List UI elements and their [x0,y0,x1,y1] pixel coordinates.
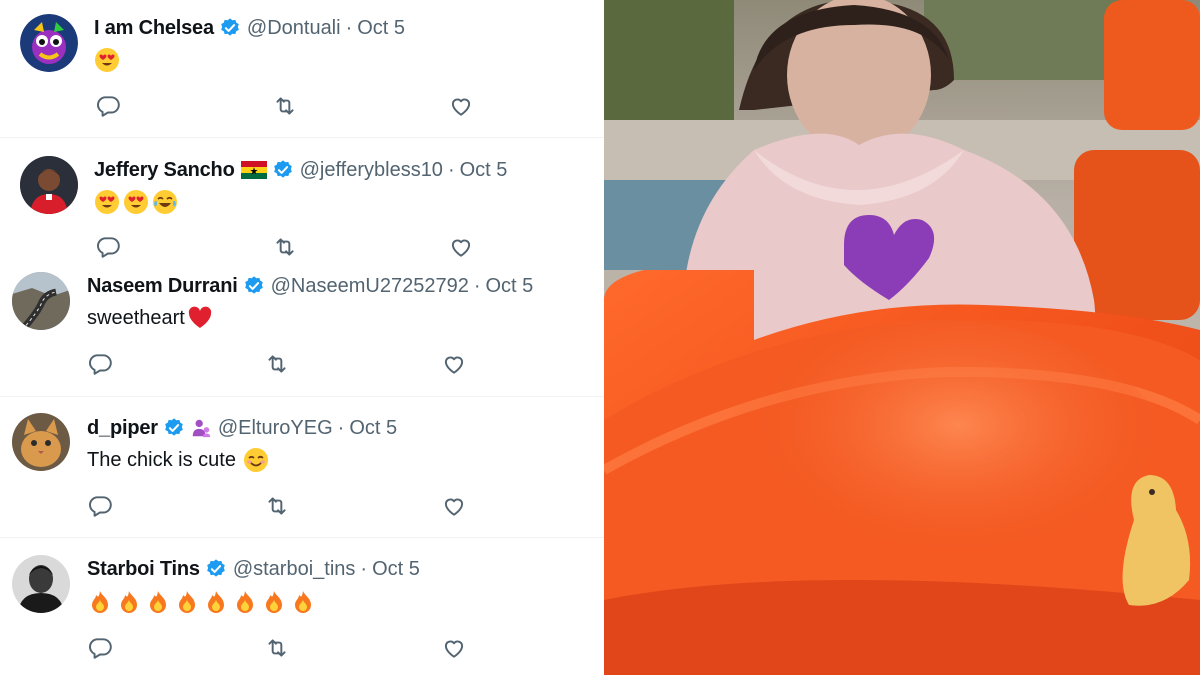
fire-emoji [261,589,287,615]
retweet-icon[interactable] [264,351,290,377]
like-icon[interactable] [441,493,467,519]
reply-item[interactable]: d_piper @ElturoYEG · Oct 5 The chick is … [0,397,604,535]
person-bald-emoji-icon [190,417,212,439]
reply-icon[interactable] [95,234,121,260]
reply-text [87,588,319,616]
portrait-avatar[interactable] [12,555,70,613]
tears-of-joy-emoji [152,189,178,215]
reply-text: sweetheart [87,304,213,332]
separator-dot: · [473,274,481,297]
reply-header: Starboi Tins @starboi_tins · Oct 5 [87,555,420,583]
reply-header: d_piper @ElturoYEG · Oct 5 [87,414,397,442]
like-icon[interactable] [448,234,474,260]
retweet-icon[interactable] [272,234,298,260]
display-name[interactable]: Naseem Durrani [87,275,238,298]
fire-emoji [290,589,316,615]
verified-badge-icon [163,417,185,439]
footballer-avatar[interactable] [20,156,78,214]
like-icon[interactable] [441,351,467,377]
heart-eyes-emoji [94,189,120,215]
verified-badge-icon [219,17,241,39]
display-name[interactable]: Jeffery Sancho [94,159,235,182]
reply-icon[interactable] [87,493,113,519]
fire-emoji [87,589,113,615]
reply-text: The chick is cute [87,446,269,474]
separator-dot: · [360,557,368,580]
user-handle[interactable]: @ElturoYEG [218,417,333,440]
fire-emoji [116,589,142,615]
retweet-icon[interactable] [272,93,298,119]
reply-date[interactable]: Oct 5 [349,417,397,440]
smiling-face-emoji [243,447,269,473]
reply-item[interactable]: Naseem Durrani @NaseemU27252792 · Oct 5 … [0,262,604,394]
reply-text-content: The chick is cute [87,448,236,471]
reply-item[interactable]: I am Chelsea @Dontuali · Oct 5 [0,0,604,137]
reply-date[interactable]: Oct 5 [372,558,420,581]
user-handle[interactable]: @jefferybless10 [300,159,443,182]
user-handle[interactable]: @Dontuali [247,17,341,40]
user-handle[interactable]: @starboi_tins [233,558,356,581]
reply-text [94,188,181,216]
retweet-icon[interactable] [264,493,290,519]
like-icon[interactable] [448,93,474,119]
retweet-icon[interactable] [264,635,290,661]
cat-avatar[interactable] [12,413,70,471]
road-landscape-avatar[interactable] [12,272,70,330]
reply-text [94,46,123,74]
red-heart-emoji [187,305,213,331]
heart-eyes-emoji [94,47,120,73]
like-icon[interactable] [441,635,467,661]
video-still-child-on-slide[interactable] [604,0,1200,675]
heart-eyes-emoji [123,189,149,215]
reply-item[interactable]: Starboi Tins @starboi_tins · Oct 5 [0,538,604,675]
reply-item[interactable]: Jeffery Sancho @jefferybless10 · Oct 5 [0,138,604,258]
mascot-avatar[interactable] [20,14,78,72]
fire-emoji [203,589,229,615]
display-name[interactable]: I am Chelsea [94,17,214,40]
reply-header: Naseem Durrani @NaseemU27252792 · Oct 5 [87,272,533,300]
verified-badge-icon [243,275,265,297]
separator-dot: · [447,158,455,181]
reply-date[interactable]: Oct 5 [460,159,508,182]
reply-icon[interactable] [87,351,113,377]
fire-emoji [232,589,258,615]
verified-badge-icon [272,159,294,181]
reply-date[interactable]: Oct 5 [357,17,405,40]
reply-header: Jeffery Sancho @jefferybless10 · Oct 5 [94,156,507,184]
separator-dot: · [337,416,345,439]
reply-header: I am Chelsea @Dontuali · Oct 5 [94,14,405,42]
reply-icon[interactable] [87,635,113,661]
display-name[interactable]: Starboi Tins [87,558,200,581]
user-handle[interactable]: @NaseemU27252792 [271,275,469,298]
separator-dot: · [345,16,353,39]
verified-badge-icon [205,558,227,580]
fire-emoji [174,589,200,615]
reply-date[interactable]: Oct 5 [485,275,533,298]
fire-emoji [145,589,171,615]
display-name[interactable]: d_piper [87,417,158,440]
reply-icon[interactable] [95,93,121,119]
ghana-flag-icon [240,161,267,179]
replies-feed: I am Chelsea @Dontuali · Oct 5 Jeffery S… [0,0,604,675]
reply-text-content: sweetheart [87,306,185,329]
